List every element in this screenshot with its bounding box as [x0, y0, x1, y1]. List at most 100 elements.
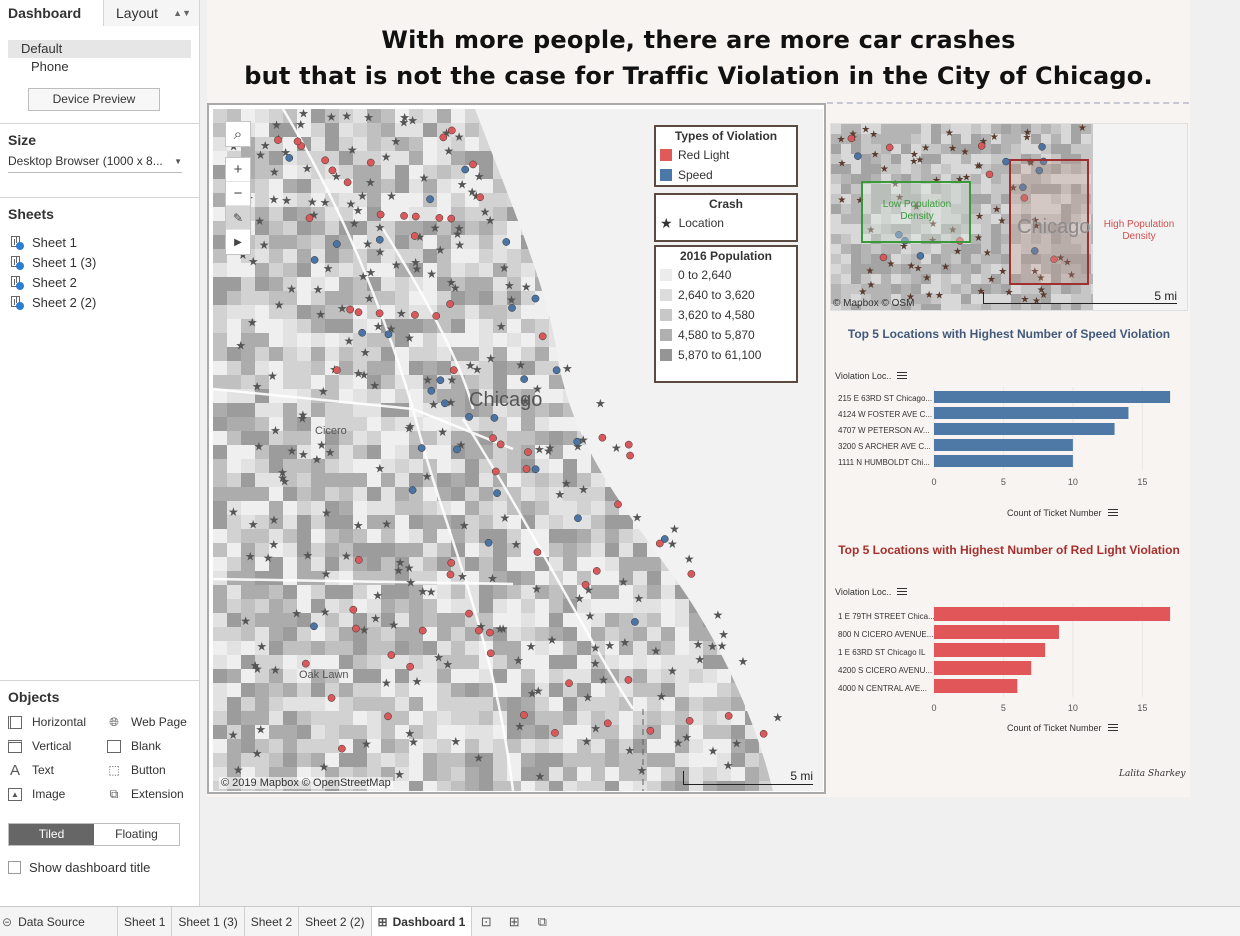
speed-dot[interactable] — [436, 376, 445, 385]
red-light-dot[interactable] — [474, 626, 483, 635]
crash-star[interactable]: ★ — [590, 641, 601, 655]
crash-star[interactable]: ★ — [837, 195, 846, 206]
crash-star[interactable]: ★ — [362, 237, 373, 251]
crash-star[interactable]: ★ — [321, 506, 332, 520]
category-label[interactable]: 4707 W PETERSON AV... — [838, 426, 930, 435]
tab-sheet-1[interactable]: Sheet 1 — [118, 906, 173, 936]
red-light-dot[interactable] — [343, 178, 352, 187]
crash-star[interactable]: ★ — [915, 155, 924, 166]
tab-layout[interactable]: Layout ▲▼ — [104, 0, 199, 26]
bar[interactable] — [934, 391, 1171, 403]
red-light-dot[interactable] — [538, 332, 547, 341]
object-horizontal[interactable]: Horizontal — [8, 713, 107, 731]
sheet-item[interactable]: Sheet 1 — [8, 232, 191, 252]
crash-star[interactable]: ★ — [581, 734, 592, 748]
crash-star[interactable]: ★ — [422, 469, 433, 483]
crash-star[interactable]: ★ — [269, 513, 280, 527]
crash-star[interactable]: ★ — [499, 261, 510, 275]
red-light-dot[interactable] — [476, 193, 484, 202]
crash-star[interactable]: ★ — [485, 352, 496, 366]
crash-star[interactable]: ★ — [302, 161, 313, 175]
speed-dot[interactable] — [552, 366, 561, 375]
crash-star[interactable]: ★ — [983, 248, 992, 259]
show-title-checkbox[interactable] — [8, 861, 21, 874]
crash-star[interactable]: ★ — [248, 254, 259, 268]
speed-dot[interactable] — [427, 386, 436, 395]
object-image[interactable]: ▲ Image — [8, 785, 107, 803]
speed-x-axis-label[interactable]: Count of Ticket Number — [1007, 508, 1118, 518]
crash-star[interactable]: ★ — [667, 664, 678, 678]
crash-star[interactable]: ★ — [921, 143, 930, 154]
object-extension[interactable]: ⧉ Extension — [107, 785, 197, 803]
crash-star[interactable]: ★ — [935, 290, 944, 301]
red-light-dot[interactable] — [366, 158, 375, 167]
red-light-dot[interactable] — [411, 212, 420, 221]
new-story-icon[interactable]: ⧉ — [528, 907, 556, 936]
crash-star[interactable]: ★ — [313, 283, 324, 297]
crash-star[interactable]: ★ — [624, 744, 635, 758]
crash-star[interactable]: ★ — [474, 170, 485, 184]
crash-star[interactable]: ★ — [318, 384, 329, 398]
crash-star[interactable]: ★ — [419, 171, 430, 185]
crash-star[interactable]: ★ — [945, 128, 954, 139]
object-blank[interactable]: Blank — [107, 737, 197, 755]
crash-star[interactable]: ★ — [865, 266, 874, 277]
crash-star[interactable]: ★ — [404, 561, 415, 575]
crash-star[interactable]: ★ — [595, 397, 606, 411]
red-light-dot[interactable] — [301, 659, 310, 668]
crash-star[interactable]: ★ — [673, 736, 684, 750]
crash-star[interactable]: ★ — [428, 398, 439, 412]
crash-star[interactable]: ★ — [433, 651, 444, 665]
red-light-dot[interactable] — [533, 548, 542, 556]
crash-star[interactable]: ★ — [228, 505, 239, 519]
crash-star[interactable]: ★ — [315, 307, 326, 321]
crash-star[interactable]: ★ — [405, 575, 416, 589]
crash-star[interactable]: ★ — [498, 622, 509, 636]
red-light-dot[interactable] — [327, 694, 336, 702]
crash-star[interactable]: ★ — [487, 572, 498, 586]
crash-star[interactable]: ★ — [426, 267, 437, 281]
crash-star[interactable]: ★ — [467, 185, 478, 199]
crash-star[interactable]: ★ — [274, 298, 285, 312]
crash-star[interactable]: ★ — [365, 176, 376, 190]
crash-star[interactable]: ★ — [454, 130, 465, 144]
speed-dot[interactable] — [426, 195, 434, 204]
crash-star[interactable]: ★ — [987, 275, 996, 286]
crash-star[interactable]: ★ — [656, 689, 667, 703]
crash-star[interactable]: ★ — [465, 358, 476, 372]
legend-item-red-light[interactable]: Red Light — [656, 145, 796, 165]
crash-star[interactable]: ★ — [496, 319, 507, 333]
crash-star[interactable]: ★ — [717, 639, 728, 653]
crash-star[interactable]: ★ — [574, 592, 585, 606]
crash-star[interactable]: ★ — [391, 258, 402, 272]
crash-star[interactable]: ★ — [713, 608, 724, 622]
crash-star[interactable]: ★ — [620, 635, 631, 649]
crash-star[interactable]: ★ — [255, 723, 266, 737]
tab-sheet-2-2[interactable]: Sheet 2 (2) — [299, 906, 372, 936]
red-light-dot[interactable] — [410, 232, 419, 240]
legend-item-speed[interactable]: Speed — [656, 165, 796, 185]
crash-star[interactable]: ★ — [286, 444, 297, 458]
crash-star[interactable]: ★ — [270, 424, 281, 438]
category-label[interactable]: 4000 N CENTRAL AVE... — [838, 684, 927, 693]
red-light-dot[interactable] — [465, 609, 473, 618]
red-light-dot[interactable] — [624, 676, 633, 684]
red-light-dot[interactable] — [439, 133, 448, 142]
speed-dot[interactable] — [384, 330, 393, 339]
crash-star[interactable]: ★ — [531, 582, 542, 596]
speed-dot[interactable] — [1038, 143, 1046, 151]
object-text[interactable]: A Text — [8, 761, 107, 779]
red-light-dot[interactable] — [489, 434, 497, 442]
crash-star[interactable]: ★ — [598, 673, 609, 687]
crash-star[interactable]: ★ — [228, 728, 239, 742]
tab-dashboard-1[interactable]: ⊞ Dashboard 1 — [371, 906, 473, 936]
crash-star[interactable]: ★ — [252, 747, 263, 761]
red-light-dot[interactable] — [624, 440, 633, 449]
crash-star[interactable]: ★ — [953, 247, 962, 258]
speed-dot[interactable] — [417, 444, 426, 452]
crash-star[interactable]: ★ — [320, 196, 331, 210]
crash-star[interactable]: ★ — [585, 609, 596, 623]
red-light-dot[interactable] — [687, 570, 696, 578]
crash-star[interactable]: ★ — [291, 606, 302, 620]
speed-chart-header[interactable]: Violation Loc.. — [835, 371, 908, 381]
